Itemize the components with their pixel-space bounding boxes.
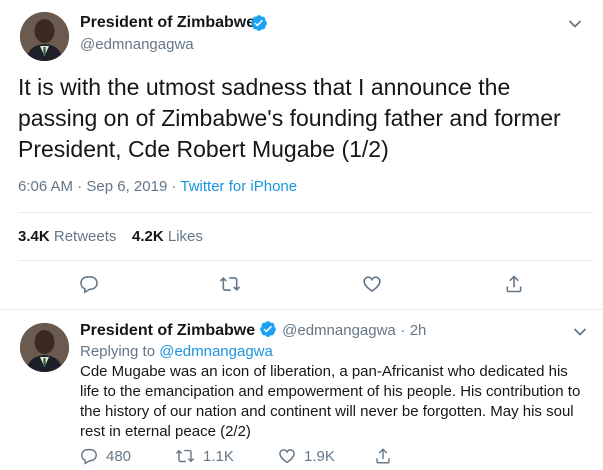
retweets-label: Retweets — [53, 228, 117, 245]
author-handle[interactable]: @edmnangagwa — [80, 36, 194, 53]
tweet-text-line: President, Cde Robert Mugabe (1/2) — [18, 136, 389, 162]
divider — [18, 212, 593, 213]
retweet-count: 1.1K — [203, 447, 234, 465]
like-count: 1.9K — [304, 447, 335, 465]
reply-header: President of Zimbabwe @edmnangagwa · 2h — [80, 320, 426, 343]
reply-text-line: Cde Mugabe was an icon of liberation, a … — [80, 363, 568, 380]
reply-author-display-name[interactable]: President of Zimbabwe — [80, 322, 255, 339]
like-icon[interactable] — [362, 274, 382, 299]
divider — [0, 309, 603, 310]
meta-separator: · — [400, 322, 406, 339]
share-icon[interactable] — [504, 274, 524, 299]
verified-badge-icon — [250, 14, 268, 37]
like-action[interactable]: 1.9K — [278, 447, 335, 465]
likes-count: 4.2K — [132, 228, 164, 245]
tweet-text-line: It is with the utmost sadness that I ann… — [18, 74, 511, 100]
author-display-name[interactable]: President of Zimbabwe — [80, 14, 255, 32]
author-avatar[interactable] — [20, 12, 69, 61]
reply-text-line: the history of our nation and continent … — [80, 403, 574, 420]
chevron-down-icon[interactable] — [568, 16, 582, 34]
reply-icon[interactable] — [79, 274, 99, 299]
retweet-icon[interactable] — [175, 447, 195, 465]
tweet-text: It is with the utmost sadness that I ann… — [18, 72, 593, 165]
likes-label: Likes — [167, 228, 203, 245]
reply-action[interactable]: 480 — [80, 447, 131, 465]
reply-author-avatar[interactable] — [20, 323, 69, 372]
reply-icon[interactable] — [80, 447, 98, 465]
retweets-count: 3.4K — [18, 228, 50, 245]
likes-stat[interactable]: 4.2K Likes — [132, 228, 203, 245]
replying-to-handle[interactable]: @edmnangagwa — [159, 343, 273, 360]
share-icon[interactable] — [374, 447, 392, 465]
reply-text-line: rest in eternal peace (2/2) — [80, 423, 251, 440]
reply-age[interactable]: 2h — [410, 322, 427, 339]
reply-author-handle[interactable]: @edmnangagwa — [282, 322, 396, 339]
tweet-time[interactable]: 6:06 AM — [18, 178, 73, 195]
meta-separator: · — [171, 178, 177, 195]
tweet-meta: 6:06 AM · Sep 6, 2019 · Twitter for iPho… — [18, 178, 297, 195]
replying-to-label: Replying to — [80, 343, 156, 360]
meta-separator: · — [77, 178, 83, 195]
retweet-action[interactable]: 1.1K — [175, 447, 234, 465]
replying-to: Replying to @edmnangagwa — [80, 343, 273, 360]
reply-text: Cde Mugabe was an icon of liberation, a … — [80, 362, 600, 442]
like-icon[interactable] — [278, 447, 296, 465]
chevron-down-icon[interactable] — [573, 324, 587, 342]
tweet-source[interactable]: Twitter for iPhone — [180, 178, 297, 195]
reply-count: 480 — [106, 447, 132, 465]
retweets-stat[interactable]: 3.4K Retweets — [18, 228, 116, 245]
tweet-text-line: passing on of Zimbabwe's founding father… — [18, 105, 561, 131]
divider — [18, 260, 593, 261]
verified-badge-icon — [259, 320, 277, 343]
retweet-icon[interactable] — [219, 274, 241, 299]
tweet-date[interactable]: Sep 6, 2019 — [86, 178, 167, 195]
reply-text-line: life to the emancipation and empowerment… — [80, 383, 581, 400]
